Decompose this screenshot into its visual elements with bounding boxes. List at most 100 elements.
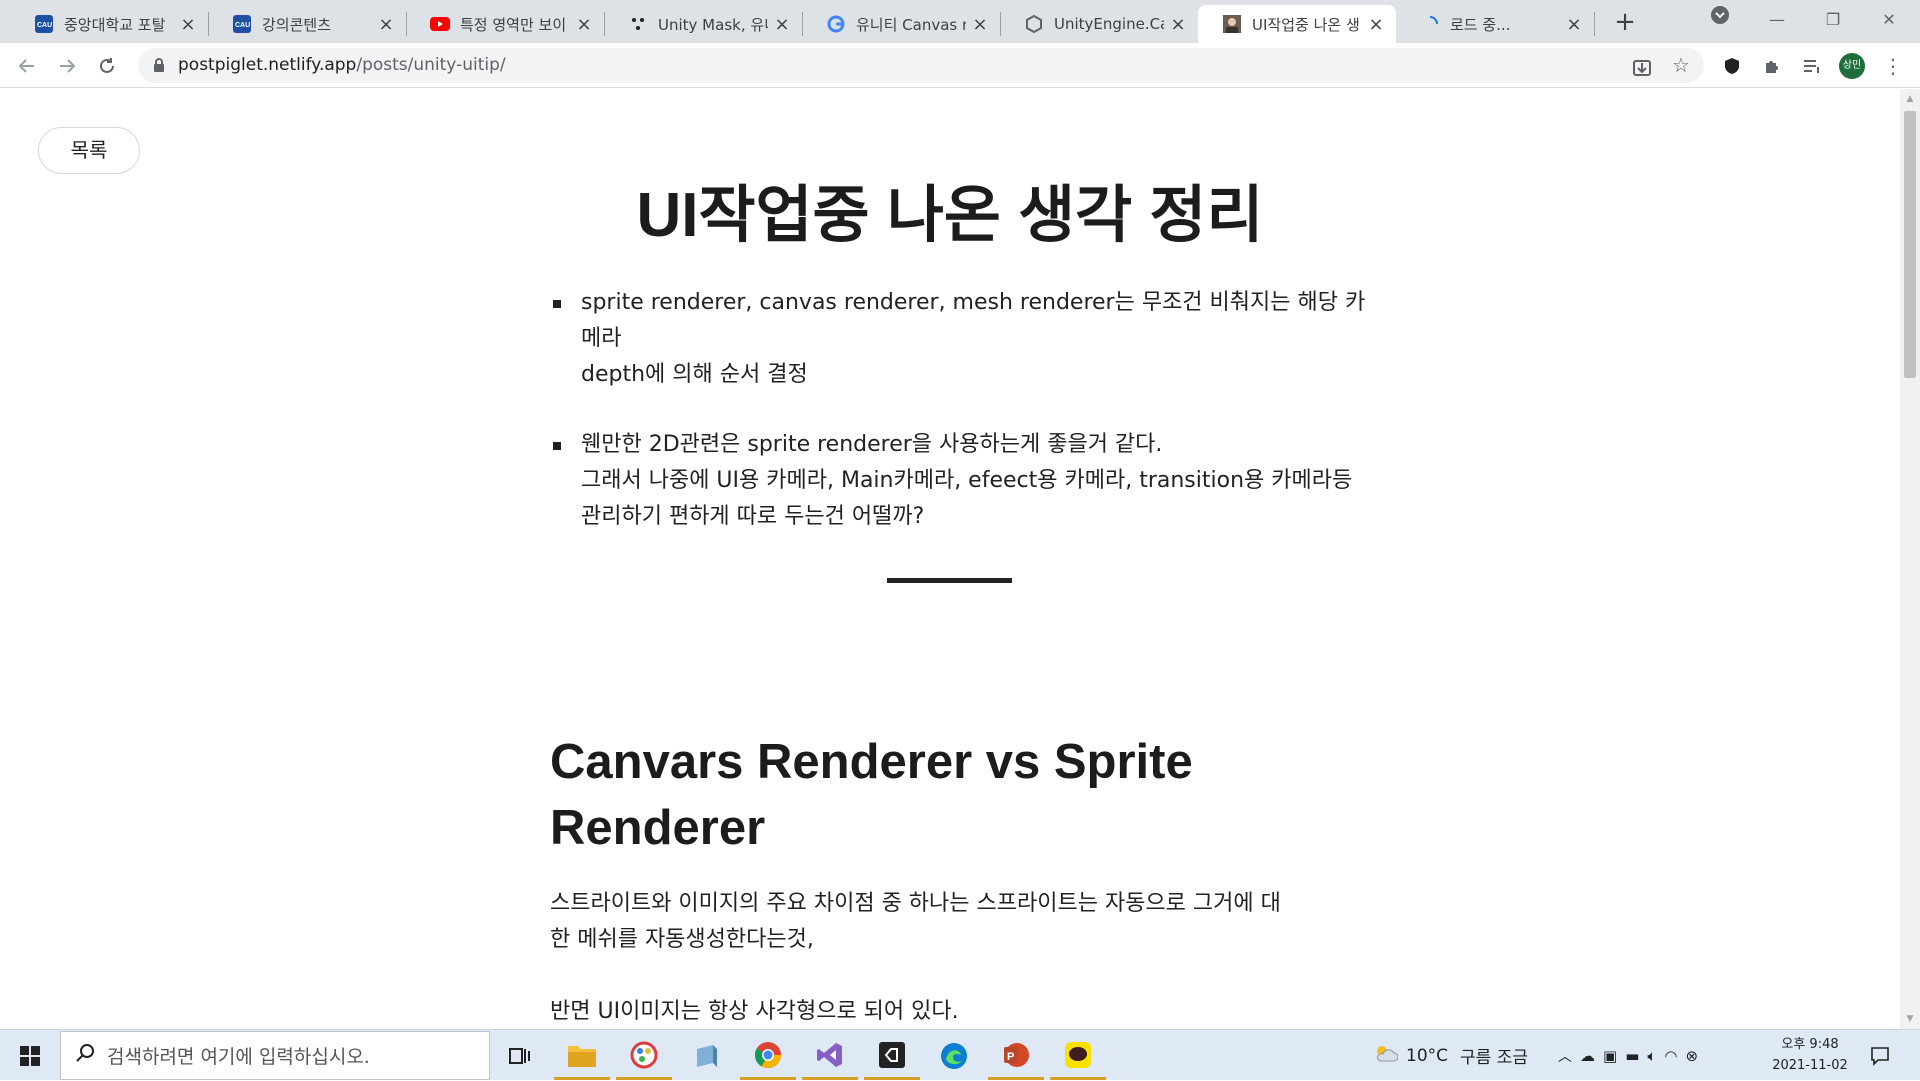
tab-separator	[208, 12, 209, 36]
close-tab-icon[interactable]: ×	[1366, 14, 1386, 35]
close-icon: ✕	[1882, 10, 1896, 29]
kakaotalk-icon	[1065, 1041, 1091, 1068]
profile-avatar[interactable]: 상민	[1839, 53, 1865, 79]
close-tab-icon[interactable]: ×	[376, 14, 396, 35]
browser-tab[interactable]: UI작업중 나온 생 ×	[1198, 5, 1396, 43]
loading-spinner-icon	[1420, 14, 1440, 34]
tab-separator	[802, 12, 803, 36]
restore-button[interactable]: ❐	[1810, 4, 1856, 36]
tab-search-button[interactable]	[1697, 4, 1743, 36]
svg-text:CAU: CAU	[235, 22, 250, 29]
start-button[interactable]	[0, 1030, 60, 1081]
close-tab-icon[interactable]: ×	[1564, 14, 1584, 35]
close-window-button[interactable]: ✕	[1866, 4, 1912, 36]
notepad-app[interactable]	[678, 1032, 734, 1080]
system-tray: ︿ ☁ ▣ ▬ 🔈︎ ◠ ⊗	[1558, 1030, 1698, 1081]
browser-tab[interactable]: Unity Mask, 유니 ×	[604, 5, 802, 43]
scroll-down-arrow[interactable]: ▼	[1904, 1014, 1916, 1024]
address-bar[interactable]: postpiglet.netlify.app/posts/unity-uitip…	[138, 48, 1704, 83]
taskbar: 검색하려면 여기에 입력하십시오. P 10°C 구름 조금 ︿ ☁ ▣ ▬ 🔈…	[0, 1029, 1920, 1080]
kakaotalk-app[interactable]	[1050, 1032, 1106, 1080]
paragraph-line: 한 메쉬를 자동생성한다는것,	[550, 927, 814, 952]
install-app-icon[interactable]	[1632, 56, 1652, 91]
scrollbar-thumb[interactable]	[1904, 111, 1916, 378]
browser-tab[interactable]: CAU 강의콘텐츠 ×	[208, 5, 406, 43]
paint-app[interactable]	[616, 1032, 672, 1080]
visual-studio-app[interactable]	[802, 1032, 858, 1080]
clock-date: 2021-11-02	[1772, 1058, 1848, 1073]
arrow-right-icon	[60, 59, 76, 73]
tab-title: UI작업중 나온 생	[1252, 15, 1360, 34]
browser-tab[interactable]: 로드 중... ×	[1396, 5, 1594, 43]
browser-tab[interactable]: UnityEngine.Canv×	[1000, 5, 1198, 43]
close-tab-icon[interactable]: ×	[178, 14, 198, 35]
onedrive-cloud-icon[interactable]: ☁	[1580, 1047, 1595, 1065]
powerpoint-app[interactable]: P	[988, 1032, 1044, 1080]
cau-logo-icon: CAU	[232, 14, 252, 34]
page-title: UI작업중 나온 생각 정리	[636, 181, 1264, 250]
list-item-line: sprite renderer, canvas renderer, mesh r…	[581, 290, 1366, 351]
close-tab-icon[interactable]: ×	[970, 14, 990, 35]
reload-button[interactable]	[92, 51, 122, 81]
weather-widget[interactable]: 10°C 구름 조금	[1374, 1030, 1528, 1081]
lock-icon	[152, 48, 166, 83]
tab-title: Unity Mask, 유니	[658, 15, 768, 34]
extensions-button[interactable]	[1759, 53, 1785, 79]
browser-tab[interactable]: 특정 영역만 보이 ×	[406, 5, 604, 43]
browser-tab[interactable]: 유니티 Canvas re ×	[802, 5, 1000, 43]
wifi-icon[interactable]: ◠	[1664, 1047, 1677, 1065]
bookmark-star-icon[interactable]: ☆	[1672, 48, 1690, 83]
paragraph-line: 스트라이트와 이미지의 주요 차이점 중 하나는 스프라이트는 자동으로 그거에…	[550, 891, 1281, 916]
no-network-icon[interactable]: ⊗	[1685, 1047, 1698, 1065]
url-host: postpiglet.netlify.app	[178, 55, 357, 75]
url-path: /posts/unity-uitip/	[356, 55, 506, 75]
edge-app[interactable]	[926, 1032, 982, 1080]
close-tab-icon[interactable]: ×	[1168, 14, 1188, 35]
forward-button[interactable]	[52, 51, 82, 81]
notepad-icon	[697, 1045, 717, 1067]
unity-icon	[1024, 14, 1044, 34]
browser-tab[interactable]: CAU 중앙대학교 포탈 ×	[10, 5, 208, 43]
tab-title: UnityEngine.Canv	[1054, 15, 1164, 33]
security-icon[interactable]: ▣	[1603, 1047, 1617, 1065]
shield-icon	[1725, 58, 1739, 74]
file-explorer-app[interactable]	[554, 1032, 610, 1080]
youtube-icon	[430, 14, 450, 34]
minimize-button[interactable]: —	[1754, 4, 1800, 36]
speaker-icon[interactable]: 🔈︎	[1647, 1047, 1656, 1065]
battery-icon[interactable]: ▬	[1625, 1047, 1639, 1065]
section-heading: Canvars Renderer vs Sprite Renderer	[550, 735, 1193, 855]
browser-menu-button[interactable]: ⋮	[1880, 53, 1906, 79]
notification-icon	[1871, 1046, 1889, 1066]
tab-separator	[604, 12, 605, 36]
partly-cloudy-icon	[1374, 1043, 1399, 1068]
url-text: postpiglet.netlify.app/posts/unity-uitip…	[178, 48, 506, 83]
browser-toolbar: postpiglet.netlify.app/posts/unity-uitip…	[0, 43, 1920, 88]
dots-logo-icon	[628, 14, 648, 34]
unity-icon	[879, 1041, 905, 1068]
weather-desc: 구름 조금	[1460, 1048, 1528, 1068]
taskbar-search-box[interactable]: 검색하려면 여기에 입력하십시오.	[60, 1031, 490, 1080]
list-item-line: depth에 의해 순서 결정	[581, 362, 808, 387]
close-tab-icon[interactable]: ×	[772, 14, 792, 35]
list-item-line: 그래서 나중에 UI용 카메라, Main카메라, efeect용 카메라, t…	[581, 468, 1353, 493]
chrome-app[interactable]	[740, 1032, 796, 1080]
svg-text:P: P	[1007, 1051, 1014, 1063]
tab-title: 특정 영역만 보이	[460, 15, 567, 34]
back-button[interactable]	[12, 51, 42, 81]
bullet-marker	[553, 300, 561, 308]
unity-app[interactable]	[864, 1032, 920, 1080]
new-tab-button[interactable]: +	[1610, 5, 1640, 39]
scroll-up-arrow[interactable]: ▲	[1904, 94, 1916, 104]
close-tab-icon[interactable]: ×	[574, 14, 594, 35]
taskbar-clock[interactable]: 오후 9:48 2021-11-02	[1760, 1034, 1860, 1076]
task-view-button[interactable]	[492, 1032, 548, 1080]
list-item: 웬만한 2D관련은 sprite renderer을 사용하는게 좋을거 같다.…	[550, 427, 1380, 535]
notifications-button[interactable]	[1870, 1030, 1890, 1081]
media-control-button[interactable]	[1799, 53, 1825, 79]
chevron-up-icon[interactable]: ︿	[1558, 1046, 1572, 1066]
cau-logo-icon: CAU	[34, 14, 54, 34]
paragraph-line: 반면 UI이미지는 항상 사각형으로 되어 있다.	[550, 999, 959, 1024]
page-viewport: 목록 UI작업중 나온 생각 정리 sprite renderer, canva…	[0, 89, 1900, 1029]
extension-shield-button[interactable]	[1719, 53, 1745, 79]
